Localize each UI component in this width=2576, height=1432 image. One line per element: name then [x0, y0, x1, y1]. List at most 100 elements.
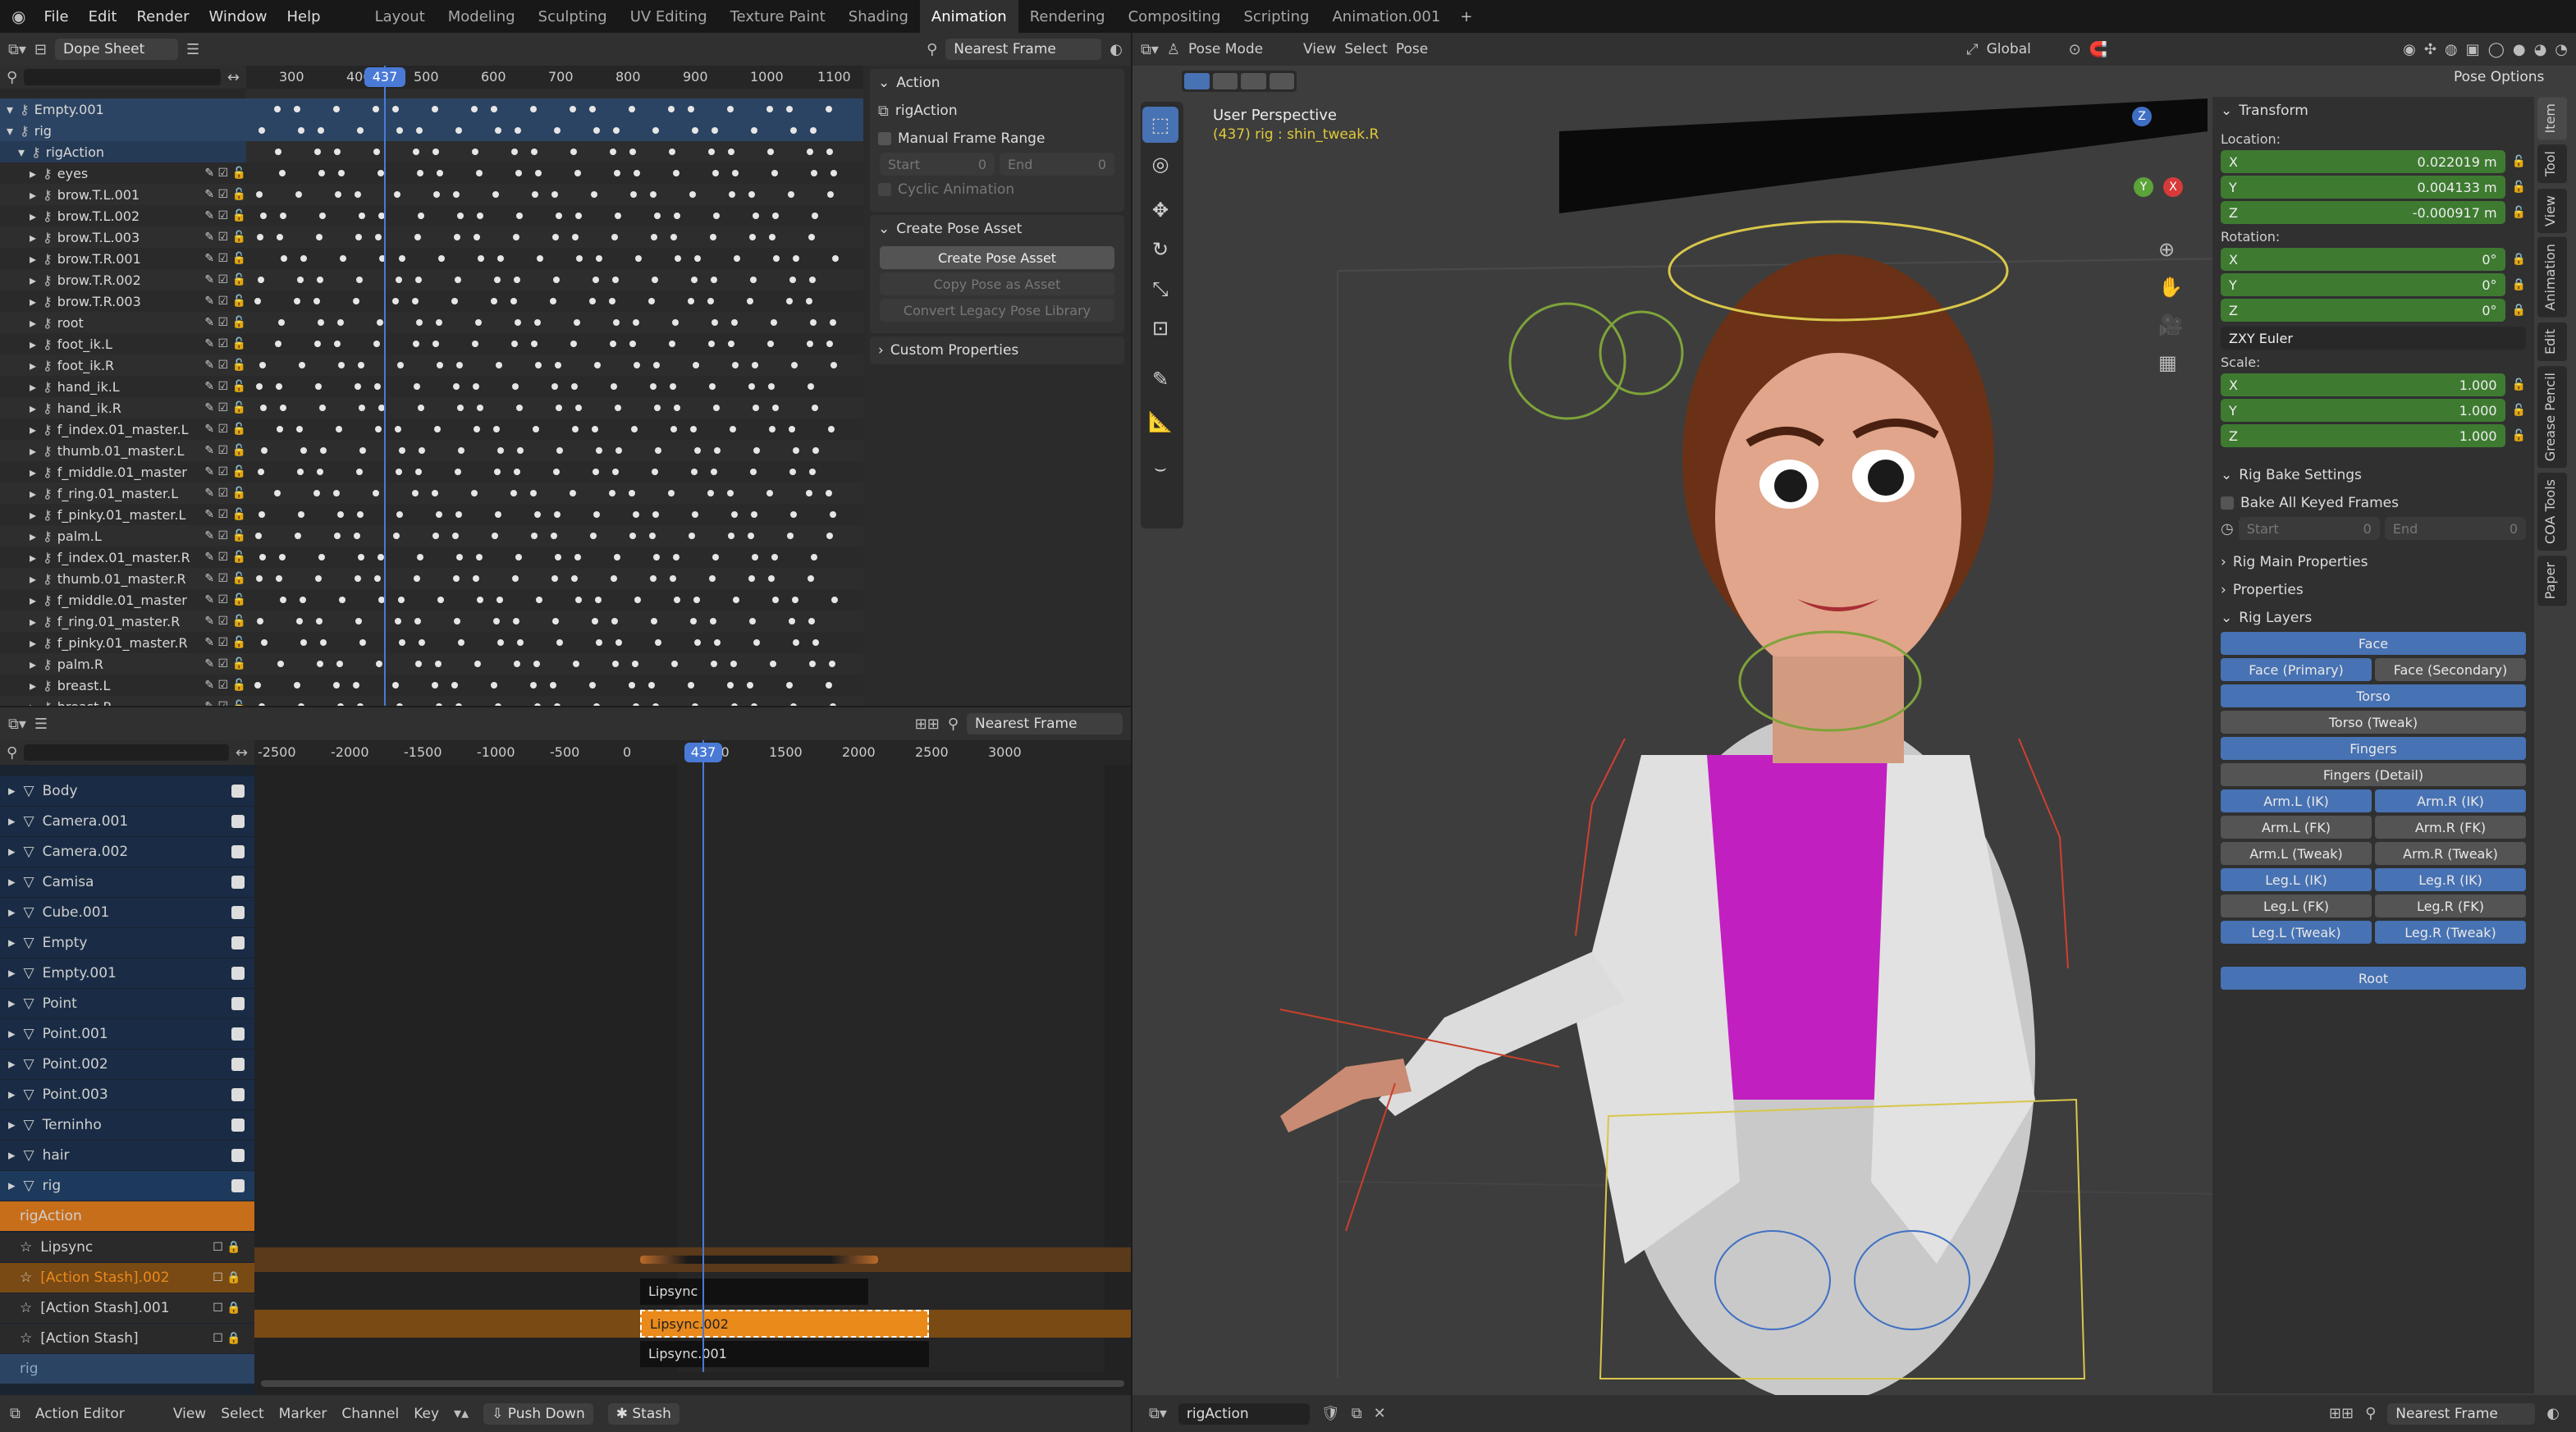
channel-controls-icon[interactable]: ✎ ☑ 🔓: [204, 636, 246, 649]
dopesheet-mode-select[interactable]: Dope Sheet: [54, 39, 178, 60]
keyframe[interactable]: [689, 533, 695, 539]
nla-object-row[interactable]: ▸ ▽ Body: [0, 776, 254, 806]
keyframe[interactable]: [297, 277, 304, 283]
keyframe[interactable]: [749, 234, 756, 240]
keyframe[interactable]: [339, 597, 345, 603]
keyframe[interactable]: [831, 597, 838, 603]
keyframe[interactable]: [432, 533, 439, 539]
keyframe[interactable]: [811, 170, 817, 176]
footer-snap-select[interactable]: Nearest Frame: [2387, 1402, 2536, 1425]
keyframe[interactable]: [280, 213, 286, 219]
keyframe[interactable]: [708, 149, 715, 155]
keyframe[interactable]: [317, 469, 323, 475]
keyframe[interactable]: [692, 703, 698, 706]
keyframe[interactable]: [613, 319, 620, 326]
keyframe[interactable]: [786, 106, 793, 112]
keyframe[interactable]: [392, 682, 399, 689]
menu-marker[interactable]: Marker: [279, 1406, 327, 1422]
expand-arrow-icon[interactable]: ▸: [8, 874, 16, 890]
keyframe[interactable]: [436, 511, 442, 518]
keyframe[interactable]: [652, 511, 659, 518]
loc-field[interactable]: X 0.022019 m: [2221, 150, 2505, 173]
keyframe[interactable]: [515, 319, 521, 326]
keyframe[interactable]: [691, 277, 698, 283]
rig-main-header[interactable]: › Rig Main Properties: [2212, 548, 2534, 576]
keyframe[interactable]: [277, 234, 283, 240]
action-panel-header[interactable]: ⌄ Action: [870, 69, 1124, 97]
sidebar-tab[interactable]: Edit: [2537, 323, 2567, 362]
keyframe[interactable]: [571, 383, 578, 390]
keyframe[interactable]: [358, 362, 364, 368]
gizmo-y-axis[interactable]: Y: [2134, 177, 2153, 197]
keyframe[interactable]: [728, 533, 734, 539]
expand-arrow-icon[interactable]: ▸: [8, 995, 16, 1012]
keyframe[interactable]: [471, 490, 478, 496]
keyframe[interactable]: [768, 575, 775, 582]
loc-field[interactable]: Z -0.000917 m: [2221, 201, 2505, 224]
keyframe[interactable]: [356, 277, 363, 283]
channel-row[interactable]: ▸ ⚷ f_pinky.01_master.R ✎ ☑ 🔓: [0, 632, 246, 653]
channel-row[interactable]: ▸ ⚷ thumb.01_master.R ✎ ☑ 🔓: [0, 568, 246, 589]
keyframe[interactable]: [727, 682, 734, 689]
keyframe[interactable]: [318, 170, 325, 176]
keyframe[interactable]: [396, 703, 403, 706]
keyframe[interactable]: [572, 234, 579, 240]
expand-arrow-icon[interactable]: ▸: [30, 614, 36, 629]
keyframe[interactable]: [634, 362, 640, 368]
menu-toggle-icon[interactable]: ☰: [34, 716, 48, 733]
keyframe[interactable]: [297, 469, 304, 475]
keyframe[interactable]: [438, 255, 445, 262]
keyframe[interactable]: [455, 127, 462, 134]
snap-select[interactable]: Nearest Frame: [945, 39, 1102, 60]
keyframe[interactable]: [432, 341, 439, 347]
nla-visibility-checkbox[interactable]: [231, 967, 245, 980]
pose-options-button[interactable]: Pose Options: [2454, 69, 2544, 85]
keyframe[interactable]: [298, 127, 304, 134]
keyframe[interactable]: [536, 597, 542, 603]
keyframe[interactable]: [694, 255, 701, 262]
channel-row[interactable]: ▸ ⚷ foot_ik.L ✎ ☑ 🔓: [0, 333, 246, 355]
keyframe[interactable]: [575, 597, 582, 603]
keyframe[interactable]: [300, 447, 307, 454]
channel-row[interactable]: ▸ ⚷ thumb.01_master.L ✎ ☑ 🔓: [0, 440, 246, 461]
keyframe[interactable]: [318, 319, 324, 326]
keyframe[interactable]: [415, 469, 422, 475]
nla-visibility-checkbox[interactable]: [231, 997, 245, 1010]
keyframe[interactable]: [649, 533, 656, 539]
keyframe[interactable]: [554, 703, 560, 706]
channel-row[interactable]: ▸ ⚷ palm.L ✎ ☑ 🔓: [0, 525, 246, 547]
gizmo-x-axis[interactable]: X: [2163, 177, 2183, 197]
keyframe[interactable]: [493, 618, 500, 624]
menu-view[interactable]: View: [173, 1406, 206, 1422]
keyframe[interactable]: [451, 298, 458, 304]
keyframe[interactable]: [491, 106, 497, 112]
menu-file[interactable]: File: [34, 8, 78, 25]
expand-arrow-icon[interactable]: ▸: [30, 486, 36, 501]
expand-arrow-icon[interactable]: ▸: [30, 272, 36, 288]
keyframe[interactable]: [807, 341, 813, 347]
create-pose-asset-button[interactable]: Create Pose Asset: [880, 246, 1114, 269]
nla-object-row[interactable]: ▸ ▽ Terninho: [0, 1110, 254, 1140]
layer-arm-r-fk[interactable]: Arm.R (FK): [2375, 816, 2526, 839]
channel-row[interactable]: ▸ ⚷ f_pinky.01_master.L ✎ ☑ 🔓: [0, 504, 246, 525]
filter-icon[interactable]: ⚲: [2365, 1405, 2376, 1422]
keyframe[interactable]: [808, 383, 814, 390]
keyframe[interactable]: [728, 149, 734, 155]
keyframe[interactable]: [593, 277, 599, 283]
track-lock-icon[interactable]: ☐ 🔒: [213, 1241, 240, 1254]
keyframe[interactable]: [629, 341, 636, 347]
keyframe[interactable]: [790, 127, 797, 134]
keyframe[interactable]: [826, 682, 832, 689]
keyframe[interactable]: [555, 362, 561, 368]
keyframe[interactable]: [789, 469, 796, 475]
keyframe[interactable]: [533, 426, 539, 432]
keyframe[interactable]: [732, 362, 739, 368]
keyframe[interactable]: [338, 362, 345, 368]
keyframe[interactable]: [531, 341, 538, 347]
keyframe[interactable]: [419, 447, 425, 454]
keyframe[interactable]: [437, 362, 443, 368]
keyframe[interactable]: [334, 149, 341, 155]
keyframe[interactable]: [530, 682, 537, 689]
keyframe[interactable]: [315, 575, 322, 582]
nla-object-row[interactable]: ▸ ▽ Camera.001: [0, 807, 254, 836]
